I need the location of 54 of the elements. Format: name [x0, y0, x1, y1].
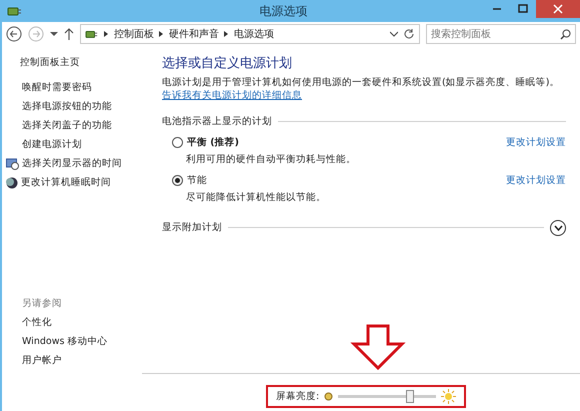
intro-text: 电源计划是用于管理计算机如何使用电源的一套硬件和系统设置(如显示器亮度、睡眠等)。 告诉我有关电源计划的详细信息 [162, 76, 560, 103]
radio-button[interactable] [172, 136, 183, 148]
sidebar-link[interactable]: 选择电源按钮的功能 [22, 100, 112, 113]
plan-description: 尽可能降低计算机性能以节能。 [186, 190, 327, 204]
see-also-link[interactable]: Windows 移动中心 [22, 335, 156, 348]
monitor-clock-icon [6, 158, 19, 170]
search-field[interactable]: 搜索控制面板 [426, 24, 576, 44]
additional-plans-label: 显示附加计划 [162, 221, 222, 234]
breadcrumb-item[interactable]: 电源选项 [234, 27, 274, 41]
chevron-down-icon[interactable] [390, 31, 398, 37]
search-icon [560, 29, 571, 40]
brightness-label: 屏幕亮度: [276, 390, 320, 403]
plan-name: 节能 [187, 174, 207, 187]
breadcrumb-item[interactable]: 控制面板 [114, 27, 154, 41]
page-heading: 选择或自定义电源计划 [162, 55, 293, 72]
window-title: 电源选项 [258, 2, 308, 20]
dropdown-caret-icon[interactable] [50, 31, 58, 37]
chevron-icon [554, 224, 562, 231]
sidebar-link[interactable]: 选择关闭盖子的功能 [22, 119, 112, 132]
bright-sun-icon [441, 389, 456, 404]
sidebar-link[interactable]: 唤醒时需要密码 [22, 81, 92, 94]
address-bar[interactable]: 控制面板 硬件和声音 电源选项 [80, 24, 420, 44]
radio-button[interactable] [172, 174, 183, 186]
minimize-icon [492, 8, 502, 10]
change-plan-settings-link[interactable]: 更改计划设置 [506, 136, 566, 149]
back-button[interactable] [6, 26, 22, 42]
down-arrow-annotation [350, 324, 406, 370]
up-arrow-icon [64, 28, 74, 40]
battery-plug-icon [85, 28, 99, 40]
sidebar-link[interactable]: 更改计算机睡眠时间 [21, 176, 111, 189]
plan-description: 利用可用的硬件自动平衡功耗与性能。 [186, 152, 357, 166]
see-also-link[interactable]: 用户帐户 [22, 354, 156, 367]
breadcrumb-item[interactable]: 硬件和声音 [169, 27, 219, 41]
close-icon [553, 4, 563, 14]
slider-thumb[interactable] [406, 390, 414, 403]
sidebar-link[interactable]: 选择关闭显示器的时间 [22, 157, 122, 170]
chevron-right-icon [104, 31, 109, 37]
group-label: 电池指示器上显示的计划 [162, 114, 272, 128]
chevron-right-icon [224, 31, 229, 37]
sidebar-link[interactable]: 创建电源计划 [22, 138, 82, 151]
change-plan-settings-link[interactable]: 更改计划设置 [506, 174, 566, 187]
help-link[interactable]: 告诉我有关电源计划的详细信息 [162, 90, 302, 102]
see-also-heading: 另请参阅 [22, 297, 63, 310]
see-also-link[interactable]: 个性化 [22, 316, 156, 329]
expand-button[interactable] [550, 220, 566, 236]
moon-icon [6, 176, 18, 188]
chevron-right-icon [159, 31, 164, 37]
plan-name: 平衡 (推荐) [187, 136, 239, 149]
sidebar-home-link[interactable]: 控制面板主页 [20, 56, 156, 69]
up-button[interactable] [64, 28, 74, 40]
refresh-icon[interactable] [403, 28, 415, 40]
maximize-icon [518, 4, 528, 14]
dim-sun-icon [324, 392, 334, 401]
close-button[interactable] [536, 0, 580, 18]
